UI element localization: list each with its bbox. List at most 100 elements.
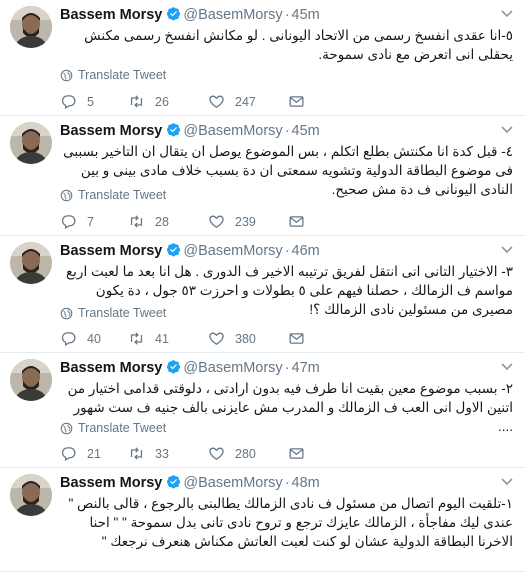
tweet-feed: Bassem Morsy @BasemMorsy · 45m ٥-انا عقدى ا…	[0, 0, 525, 572]
envelope-icon	[289, 96, 304, 107]
tweet-time[interactable]: 45m	[292, 7, 320, 23]
tweet-header: Bassem Morsy @BasemMorsy · 47m	[60, 359, 320, 377]
globe-icon	[60, 307, 73, 319]
separator: ·	[284, 243, 290, 259]
author-handle[interactable]: @BasemMorsy	[183, 123, 282, 139]
tweet-actions: 40 41 380	[60, 330, 356, 347]
reply-icon	[61, 215, 76, 230]
tweet-time[interactable]: 48m	[292, 475, 320, 491]
verified-badge-icon	[167, 475, 181, 489]
tweet-actions: 21 33 280	[60, 445, 356, 462]
author-handle[interactable]: @BasemMorsy	[183, 475, 282, 491]
retweet-button[interactable]: 41	[128, 330, 208, 347]
reply-button[interactable]: 5	[60, 93, 128, 110]
translate-tweet-link[interactable]: Translate Tweet	[60, 188, 166, 202]
tweet-time[interactable]: 46m	[292, 243, 320, 259]
tweet-header: Bassem Morsy @BasemMorsy · 45m	[60, 6, 320, 24]
translate-tweet-link[interactable]: Translate Tweet	[60, 421, 166, 435]
envelope-icon	[289, 448, 304, 459]
heart-icon	[209, 95, 224, 108]
direct-message-button[interactable]	[288, 213, 356, 230]
heart-icon	[209, 215, 224, 228]
tweet[interactable]: Bassem Morsy @BasemMorsy · 45m ٤- قبل كدة ا…	[0, 116, 525, 236]
retweet-count: 41	[155, 331, 169, 346]
chevron-down-icon[interactable]	[501, 477, 513, 487]
retweet-count: 28	[155, 214, 169, 229]
chevron-down-icon[interactable]	[501, 362, 513, 372]
tweet[interactable]: Bassem Morsy @BasemMorsy · 47m ٢- بسبب موضو…	[0, 353, 525, 468]
translate-label: Translate Tweet	[78, 68, 167, 82]
envelope-icon	[289, 216, 304, 227]
separator: ·	[284, 475, 290, 491]
separator: ·	[284, 360, 290, 376]
reply-icon	[61, 332, 76, 347]
like-button[interactable]: 239	[208, 213, 288, 230]
tweet-header: Bassem Morsy @BasemMorsy · 45m	[60, 122, 320, 140]
tweet[interactable]: Bassem Morsy @BasemMorsy · 45m ٥-انا عقدى ا…	[0, 0, 525, 116]
avatar[interactable]	[10, 474, 52, 516]
direct-message-button[interactable]	[288, 330, 356, 347]
verified-badge-icon	[167, 7, 181, 21]
heart-icon	[209, 447, 224, 460]
like-button[interactable]: 280	[208, 445, 288, 462]
reply-count: 5	[87, 94, 94, 109]
retweet-count: 26	[155, 94, 169, 109]
reply-count: 7	[87, 214, 94, 229]
author-handle[interactable]: @BasemMorsy	[183, 243, 282, 259]
chevron-down-icon[interactable]	[501, 125, 513, 135]
tweet-header: Bassem Morsy @BasemMorsy · 46m	[60, 242, 320, 260]
tweet[interactable]: Bassem Morsy @BasemMorsy · 46m ٣- الاختيار …	[0, 236, 525, 353]
verified-badge-icon	[167, 123, 181, 137]
tweet[interactable]: Bassem Morsy @BasemMorsy · 48m ١-تلقيت اليو…	[0, 468, 525, 572]
globe-icon	[60, 69, 73, 81]
avatar[interactable]	[10, 242, 52, 284]
translate-label: Translate Tweet	[78, 188, 167, 202]
reply-icon	[61, 447, 76, 462]
tweet-time[interactable]: 47m	[292, 360, 320, 376]
translate-tweet-link[interactable]: Translate Tweet	[60, 68, 166, 82]
avatar[interactable]	[10, 6, 52, 48]
tweet-actions: 7 28 239	[60, 213, 356, 230]
author-handle[interactable]: @BasemMorsy	[183, 7, 282, 23]
tweet-time[interactable]: 45m	[292, 123, 320, 139]
envelope-icon	[289, 333, 304, 344]
author-name[interactable]: Bassem Morsy	[60, 123, 162, 139]
reply-button[interactable]: 21	[60, 445, 128, 462]
separator: ·	[284, 7, 290, 23]
retweet-icon	[130, 332, 143, 345]
heart-icon	[209, 332, 224, 345]
reply-count: 40	[87, 331, 101, 346]
like-button[interactable]: 380	[208, 330, 288, 347]
like-count: 239	[235, 214, 256, 229]
retweet-icon	[130, 447, 143, 460]
author-handle[interactable]: @BasemMorsy	[183, 360, 282, 376]
author-name[interactable]: Bassem Morsy	[60, 360, 162, 376]
tweet-header: Bassem Morsy @BasemMorsy · 48m	[60, 474, 320, 492]
avatar[interactable]	[10, 122, 52, 164]
retweet-icon	[130, 215, 143, 228]
direct-message-button[interactable]	[288, 93, 356, 110]
chevron-down-icon[interactable]	[501, 9, 513, 19]
globe-icon	[60, 189, 73, 201]
reply-button[interactable]: 40	[60, 330, 128, 347]
reply-button[interactable]: 7	[60, 213, 128, 230]
avatar[interactable]	[10, 359, 52, 401]
chevron-down-icon[interactable]	[501, 245, 513, 255]
retweet-count: 33	[155, 446, 169, 461]
translate-label: Translate Tweet	[78, 421, 167, 435]
author-name[interactable]: Bassem Morsy	[60, 475, 162, 491]
translate-tweet-link[interactable]: Translate Tweet	[60, 306, 166, 320]
retweet-button[interactable]: 28	[128, 213, 208, 230]
author-name[interactable]: Bassem Morsy	[60, 7, 162, 23]
retweet-button[interactable]: 33	[128, 445, 208, 462]
translate-label: Translate Tweet	[78, 306, 167, 320]
verified-badge-icon	[167, 360, 181, 374]
like-button[interactable]: 247	[208, 93, 288, 110]
separator: ·	[284, 123, 290, 139]
retweet-icon	[130, 95, 143, 108]
author-name[interactable]: Bassem Morsy	[60, 243, 162, 259]
tweet-text: ٥-انا عقدى انفسخ رسمى من الاتحاد اليونان…	[84, 28, 513, 62]
direct-message-button[interactable]	[288, 445, 356, 462]
retweet-button[interactable]: 26	[128, 93, 208, 110]
reply-count: 21	[87, 446, 101, 461]
